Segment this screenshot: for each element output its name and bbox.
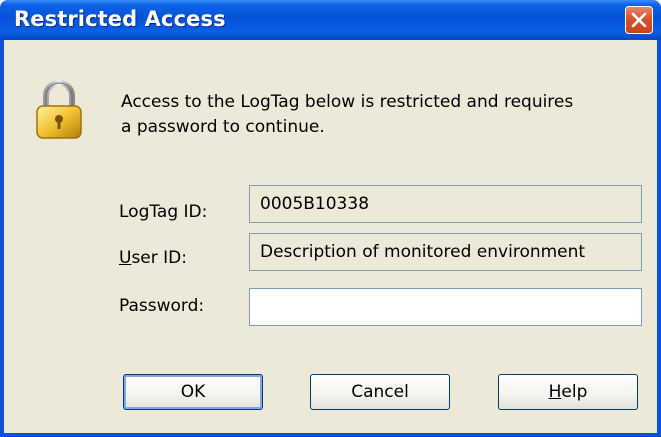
- restricted-access-dialog: Restricted Access Access to the LogTag b…: [0, 0, 661, 437]
- message-line-1: Access to the LogTag below is restricted…: [121, 92, 574, 112]
- ok-button[interactable]: OK: [123, 374, 263, 410]
- dialog-title: Restricted Access: [14, 7, 226, 31]
- message-line-2: a password to continue.: [121, 117, 325, 137]
- restriction-message: Access to the LogTag below is restricted…: [121, 90, 641, 140]
- logtag-id-label: LogTag ID:: [119, 202, 208, 222]
- cancel-button[interactable]: Cancel: [310, 374, 450, 410]
- user-id-label: User ID:: [119, 248, 187, 268]
- close-icon: [631, 12, 647, 28]
- dialog-body: Access to the LogTag below is restricted…: [4, 40, 657, 433]
- help-label-rest: elp: [561, 382, 588, 402]
- password-label: Password:: [119, 296, 205, 316]
- password-input[interactable]: [249, 288, 642, 326]
- close-button[interactable]: [625, 6, 653, 34]
- user-id-label-rest: ser ID:: [131, 248, 187, 268]
- padlock-icon: [36, 80, 82, 139]
- user-id-field: Description of monitored environment: [249, 233, 642, 271]
- title-bar[interactable]: Restricted Access: [0, 0, 661, 40]
- help-button[interactable]: Help: [498, 374, 638, 410]
- help-accelerator: H: [548, 382, 562, 402]
- logtag-id-field: 0005B10338: [249, 185, 642, 223]
- user-id-accelerator: U: [119, 248, 132, 268]
